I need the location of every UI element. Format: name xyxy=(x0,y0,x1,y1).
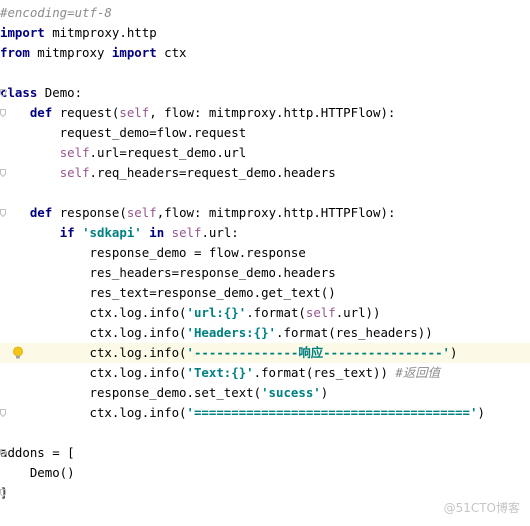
code-token: ctx xyxy=(156,45,187,60)
code-line[interactable]: addons = [ xyxy=(0,443,530,463)
code-area[interactable]: #encoding=utf-8 import mitmproxy.http from… xyxy=(0,0,530,503)
code-line[interactable]: import mitmproxy.http xyxy=(0,23,530,43)
code-token: ctx.log.info( xyxy=(0,405,187,420)
comment-token: #返回值 xyxy=(395,365,441,380)
self-token: self xyxy=(305,305,336,320)
fold-marker-icon[interactable] xyxy=(0,409,6,417)
code-token: ctx.log.info( xyxy=(0,345,187,360)
self-token: self xyxy=(59,145,90,160)
code-line[interactable]: def request(self, flow: mitmproxy.http.H… xyxy=(0,103,530,123)
keyword-token: import xyxy=(111,45,157,60)
code-token: ctx.log.info( xyxy=(0,305,187,320)
code-line[interactable]: ctx.log.info('==========================… xyxy=(0,403,530,423)
fold-marker-icon[interactable] xyxy=(0,169,6,177)
keyword-token: def xyxy=(29,105,53,120)
string-literal: 'url:{}' xyxy=(186,305,247,320)
code-token: .req_headers=request_demo.headers xyxy=(89,165,336,180)
code-token: addons = [ xyxy=(0,445,75,460)
fold-marker-icon[interactable] xyxy=(0,209,6,217)
code-token: ) xyxy=(450,345,458,360)
code-token: res_text=response_demo.get_text() xyxy=(0,285,336,300)
code-line[interactable]: ctx.log.info('--------------响应----------… xyxy=(0,343,530,363)
code-line[interactable]: self.req_headers=request_demo.headers xyxy=(0,163,530,183)
string-literal: 'Headers:{}' xyxy=(186,325,277,340)
code-token: response_demo = flow.response xyxy=(0,245,306,260)
code-line[interactable]: Demo() xyxy=(0,463,530,483)
code-line[interactable] xyxy=(0,63,530,83)
self-token: self xyxy=(171,225,202,240)
watermark: @51CTO博客 xyxy=(443,501,520,515)
self-token: self xyxy=(59,165,90,180)
self-token: self xyxy=(119,105,150,120)
code-line[interactable]: response_demo.set_text('sucess') xyxy=(0,383,530,403)
code-line[interactable]: res_text=response_demo.get_text() xyxy=(0,283,530,303)
code-token: ) xyxy=(320,385,329,400)
code-token: .format( xyxy=(246,305,306,320)
code-line[interactable]: if 'sdkapi' in self.url: xyxy=(0,223,530,243)
string-literal: '--------------响应----------------' xyxy=(186,345,451,360)
comment-token: #encoding=utf-8 xyxy=(0,5,112,20)
code-token: ctx.log.info( xyxy=(0,325,187,340)
code-line[interactable]: def response(self,flow: mitmproxy.http.H… xyxy=(0,203,530,223)
code-token: res_headers=response_demo.headers xyxy=(0,265,336,280)
string-literal: '=====================================' xyxy=(186,405,478,420)
code-token: Demo: xyxy=(37,85,83,100)
code-editor[interactable]: #encoding=utf-8 import mitmproxy.http from… xyxy=(0,0,530,526)
string-literal: 'sucess' xyxy=(261,385,321,400)
code-line[interactable]: response_demo = flow.response xyxy=(0,243,530,263)
fold-marker-icon[interactable] xyxy=(0,89,6,97)
code-token: , flow: mitmproxy.http.HTTPFlow): xyxy=(149,105,396,120)
code-token: ctx.log.info( xyxy=(0,365,187,380)
code-line[interactable]: ctx.log.info('Headers:{}'.format(res_hea… xyxy=(0,323,530,343)
code-token: response_demo.set_text( xyxy=(0,385,262,400)
code-line[interactable]: request_demo=flow.request xyxy=(0,123,530,143)
code-token: .url=request_demo.url xyxy=(89,145,247,160)
code-token: Demo() xyxy=(0,465,75,480)
code-token: ) xyxy=(477,405,485,420)
string-literal: 'Text:{}' xyxy=(186,365,254,380)
code-token: ,flow: mitmproxy.http.HTTPFlow): xyxy=(156,205,396,220)
keyword-token: in xyxy=(149,225,165,240)
keyword-token: from xyxy=(0,45,30,60)
code-line[interactable] xyxy=(0,183,530,203)
code-line[interactable]: self.url=request_demo.url xyxy=(0,143,530,163)
fold-marker-icon[interactable] xyxy=(0,109,6,117)
code-line[interactable]: res_headers=response_demo.headers xyxy=(0,263,530,283)
code-token: .url)) xyxy=(335,305,381,320)
self-token: self xyxy=(126,205,157,220)
code-token: .format(res_headers)) xyxy=(276,325,433,340)
code-line[interactable]: class Demo: xyxy=(0,83,530,103)
keyword-token: def xyxy=(29,205,53,220)
code-line[interactable]: from mitmproxy import ctx xyxy=(0,43,530,63)
code-token: mitmproxy xyxy=(29,45,112,60)
code-token: mitmproxy.http xyxy=(44,25,157,40)
code-line[interactable]: ctx.log.info('Text:{}'.format(res_text))… xyxy=(0,363,530,383)
lightbulb-icon[interactable] xyxy=(10,345,26,361)
keyword-token: import xyxy=(0,25,45,40)
code-token: .format(res_text)) xyxy=(253,365,396,380)
code-line[interactable] xyxy=(0,423,530,443)
code-line[interactable]: ctx.log.info('url:{}'.format(self.url)) xyxy=(0,303,530,323)
string-literal: 'sdkapi' xyxy=(82,225,142,240)
fold-marker-icon[interactable] xyxy=(0,449,6,457)
code-token: request( xyxy=(52,105,120,120)
keyword-token: if xyxy=(59,225,75,240)
code-token: response( xyxy=(52,205,127,220)
code-token: .url: xyxy=(201,225,239,240)
code-line[interactable]: #encoding=utf-8 xyxy=(0,3,530,23)
fold-marker-icon[interactable] xyxy=(0,489,6,497)
code-token: request_demo=flow.request xyxy=(0,125,247,140)
